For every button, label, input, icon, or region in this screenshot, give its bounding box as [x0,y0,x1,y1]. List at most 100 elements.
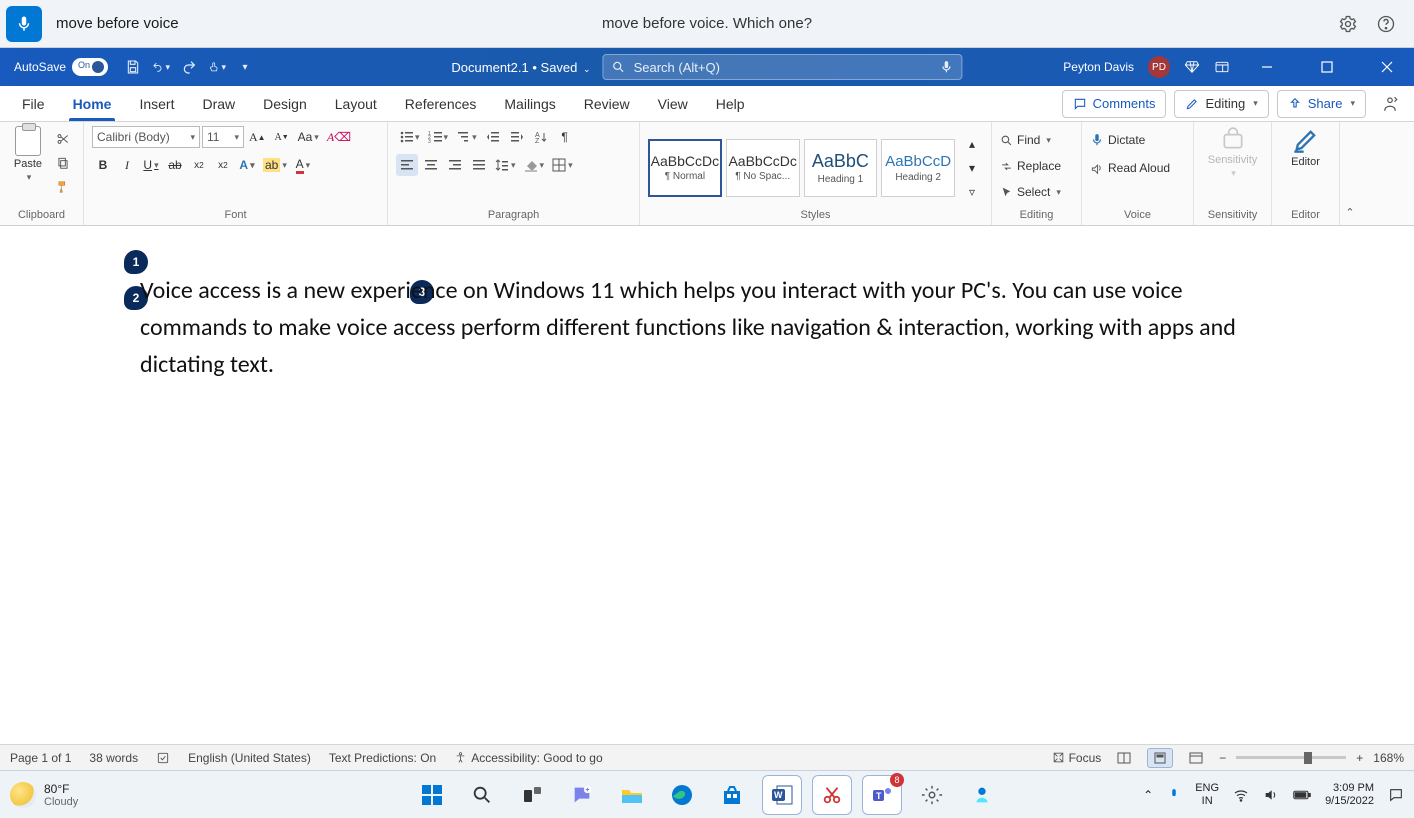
diamond-icon[interactable] [1184,59,1200,75]
tab-file[interactable]: File [8,86,59,121]
paste-button[interactable]: Paste ▾ [8,126,48,183]
highlight-button[interactable]: ab▾ [260,154,290,176]
tab-view[interactable]: View [644,86,702,121]
status-words[interactable]: 38 words [89,751,138,765]
taskbar-chat[interactable] [562,775,602,815]
document-area[interactable]: 1 2 3 Voice access is a new experience o… [0,226,1414,744]
multilevel-list-button[interactable]: ▾ [453,126,480,148]
tab-references[interactable]: References [391,86,491,121]
bold-button[interactable]: B [92,154,114,176]
replace-button[interactable]: Replace [1000,154,1061,178]
user-name[interactable]: Peyton Davis [1063,60,1134,74]
shading-button[interactable]: ▾ [521,154,548,176]
status-page[interactable]: Page 1 of 1 [10,751,71,765]
font-size-select[interactable]: 11▾ [202,126,244,148]
tab-draw[interactable]: Draw [188,86,249,121]
qat-customize-icon[interactable]: ▾ [236,58,254,76]
taskbar-snip[interactable] [812,775,852,815]
maximize-button[interactable] [1304,48,1350,86]
minimize-button[interactable] [1244,48,1290,86]
superscript-button[interactable]: x2 [212,154,234,176]
comments-button[interactable]: Comments [1062,90,1167,118]
select-button[interactable]: Select▾ [1000,180,1061,204]
taskbar-settings[interactable] [912,775,952,815]
sort-button[interactable]: AZ [530,126,552,148]
autosave-toggle[interactable]: AutoSave On [14,58,108,76]
align-left-button[interactable] [396,154,418,176]
taskbar-teams[interactable]: T8 [862,775,902,815]
underline-button[interactable]: U▾ [140,154,162,176]
borders-button[interactable]: ▾ [549,154,576,176]
search-box[interactable]: Search (Alt+Q) [603,54,963,80]
tab-review[interactable]: Review [570,86,644,121]
justify-button[interactable] [468,154,490,176]
tab-mailings[interactable]: Mailings [490,86,569,121]
document-paragraph[interactable]: Voice access is a new experience on Wind… [140,272,1278,384]
print-layout-button[interactable] [1147,748,1173,768]
subscript-button[interactable]: x2 [188,154,210,176]
change-case-button[interactable]: Aa▾ [295,126,322,148]
document-title[interactable]: Document2.1 • Saved ⌄ [451,60,590,75]
tray-notifications-icon[interactable] [1388,787,1404,803]
bullets-button[interactable]: ▾ [396,126,423,148]
voice-mic-button[interactable] [6,6,42,42]
style-normal[interactable]: AaBbCcDc¶ Normal [648,139,722,197]
tab-layout[interactable]: Layout [321,86,391,121]
zoom-level[interactable]: 168% [1373,751,1404,765]
tray-mic-icon[interactable] [1167,788,1181,802]
zoom-slider[interactable] [1236,756,1346,759]
copy-button[interactable] [52,152,74,174]
tray-volume-icon[interactable] [1263,787,1279,803]
align-center-button[interactable] [420,154,442,176]
taskbar-edge[interactable] [662,775,702,815]
tray-chevron-icon[interactable]: ⌃ [1143,788,1153,802]
tray-battery-icon[interactable] [1293,789,1311,801]
tray-clock[interactable]: 3:09 PM9/15/2022 [1325,782,1374,806]
taskbar-explorer[interactable] [612,775,652,815]
italic-button[interactable]: I [116,154,138,176]
start-button[interactable] [412,775,452,815]
touch-mode-icon[interactable]: ▾ [208,58,226,76]
decrease-indent-button[interactable] [482,126,504,148]
editor-button[interactable]: Editor [1280,126,1331,168]
cut-button[interactable] [52,128,74,150]
find-button[interactable]: Find▾ [1000,128,1051,152]
shrink-font-button[interactable]: A▼ [271,126,293,148]
tab-design[interactable]: Design [249,86,321,121]
tray-wifi-icon[interactable] [1233,787,1249,803]
voice-settings-icon[interactable] [1338,14,1358,34]
style-heading2[interactable]: AaBbCcDHeading 2 [881,139,955,197]
numbering-button[interactable]: 123▾ [425,126,452,148]
save-icon[interactable] [124,58,142,76]
align-right-button[interactable] [444,154,466,176]
text-effects-button[interactable]: A▾ [236,154,258,176]
redo-icon[interactable] [180,58,198,76]
styles-scroll-down[interactable]: ▾ [961,157,983,179]
present-icon[interactable] [1374,90,1406,118]
tab-home[interactable]: Home [59,86,126,121]
close-button[interactable] [1364,48,1410,86]
show-marks-button[interactable]: ¶ [554,126,576,148]
clear-formatting-button[interactable]: A⌫ [324,126,354,148]
status-predictions[interactable]: Text Predictions: On [329,751,436,765]
status-accessibility[interactable]: Accessibility: Good to go [454,751,602,765]
undo-icon[interactable]: ▾ [152,58,170,76]
styles-scroll-up[interactable]: ▴ [961,133,983,155]
increase-indent-button[interactable] [506,126,528,148]
status-language[interactable]: English (United States) [188,751,311,765]
taskbar-store[interactable] [712,775,752,815]
style-heading1[interactable]: AaBbCHeading 1 [804,139,878,197]
task-view[interactable] [512,775,552,815]
collapse-ribbon-button[interactable]: ⌃ [1340,122,1360,225]
strikethrough-button[interactable]: ab [164,154,186,176]
tray-language[interactable]: ENGIN [1195,782,1219,806]
share-button[interactable]: Share▾ [1277,90,1366,118]
tab-help[interactable]: Help [702,86,759,121]
grow-font-button[interactable]: A▲ [246,126,269,148]
user-avatar[interactable]: PD [1148,56,1170,78]
zoom-in-button[interactable]: + [1356,751,1363,765]
tab-insert[interactable]: Insert [125,86,188,121]
window-layout-icon[interactable] [1214,59,1230,75]
zoom-out-button[interactable]: − [1219,751,1226,765]
voice-help-icon[interactable] [1376,14,1396,34]
